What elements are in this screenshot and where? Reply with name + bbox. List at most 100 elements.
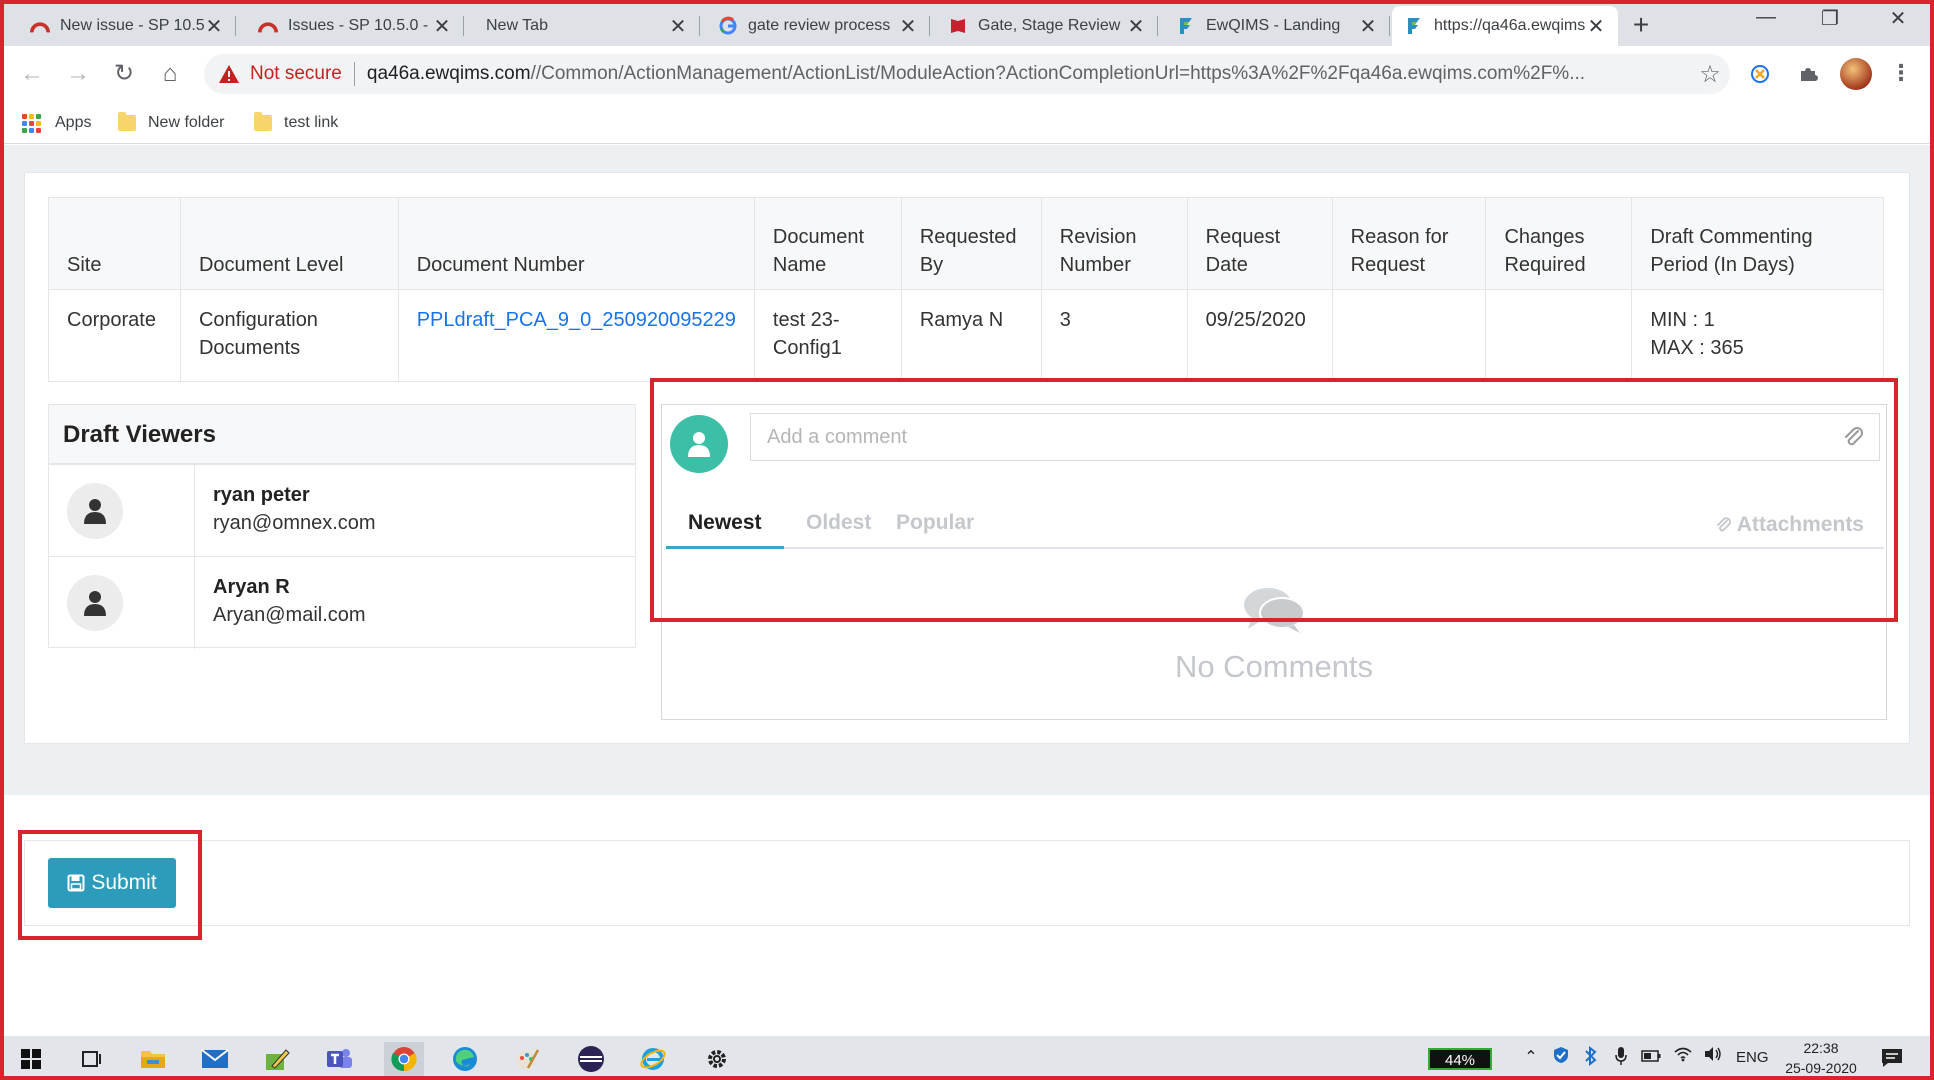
jira-icon bbox=[258, 16, 278, 36]
more-menu-icon[interactable]: ⋮ bbox=[1890, 56, 1912, 90]
clock-time: 22:38 bbox=[1803, 1040, 1839, 1056]
new-tab-button[interactable]: + bbox=[1626, 10, 1656, 40]
col-revision-number: Revision Number bbox=[1040, 197, 1188, 290]
col-commenting-period: Draft Commenting Period (In Days) bbox=[1631, 197, 1884, 290]
close-icon[interactable]: ✕ bbox=[1586, 14, 1606, 39]
comment-input[interactable] bbox=[750, 413, 1880, 461]
edge-icon[interactable] bbox=[448, 1042, 482, 1076]
close-icon[interactable]: ✕ bbox=[1126, 14, 1146, 39]
submit-button[interactable]: Submit bbox=[48, 858, 176, 908]
bookmark-star-icon[interactable]: ☆ bbox=[1690, 60, 1730, 89]
ewqims-icon bbox=[1404, 16, 1424, 36]
battery-meter[interactable]: 44% bbox=[1428, 1048, 1492, 1070]
wifi-icon[interactable] bbox=[1672, 1046, 1694, 1070]
bookmark-label: test link bbox=[284, 114, 339, 131]
bookmark-test-link[interactable]: test link bbox=[254, 110, 338, 136]
language-indicator[interactable]: ENG bbox=[1736, 1046, 1769, 1070]
volume-icon[interactable] bbox=[1702, 1046, 1724, 1070]
window-close-icon[interactable]: ✕ bbox=[1878, 6, 1918, 31]
viewer-name: ryan peter bbox=[213, 484, 310, 506]
system-clock[interactable]: 22:38 25-09-2020 bbox=[1776, 1038, 1866, 1078]
close-icon[interactable]: ✕ bbox=[1358, 14, 1378, 39]
task-view-icon[interactable] bbox=[74, 1042, 108, 1076]
cell-document-name: test 23-Config1 bbox=[753, 289, 902, 382]
document-details-table: Site Document Level Document Number Docu… bbox=[48, 197, 1884, 382]
browser-toolbar: ← → ↻ ⌂ Not secure qa46a.ewqims.com//Com… bbox=[0, 46, 1934, 102]
teams-icon[interactable] bbox=[322, 1042, 356, 1076]
address-bar[interactable]: Not secure qa46a.ewqims.com//Common/Acti… bbox=[204, 54, 1730, 94]
cell-request-date: 09/25/2020 bbox=[1186, 289, 1333, 382]
cell-site: Corporate bbox=[48, 289, 181, 382]
document-number-link[interactable]: PPLdraft_PCA_9_0_250920095229 bbox=[417, 309, 736, 331]
comment-sort-tabs: Newest Oldest Popular Attachments bbox=[666, 501, 1884, 549]
folder-icon bbox=[254, 112, 272, 131]
paperclip-icon bbox=[1716, 517, 1731, 532]
url-path: //Common/ActionManagement/ActionList/Mod… bbox=[530, 63, 1586, 84]
file-explorer-icon[interactable] bbox=[136, 1042, 170, 1076]
settings-gear-icon[interactable] bbox=[700, 1042, 734, 1076]
col-requested-by: Requested By bbox=[900, 197, 1042, 290]
bookmark-apps[interactable]: Apps bbox=[22, 110, 91, 136]
close-icon[interactable]: ✕ bbox=[898, 14, 918, 39]
notification-icon[interactable] bbox=[1880, 1046, 1904, 1070]
chrome-icon[interactable] bbox=[384, 1042, 424, 1076]
bluetooth-icon[interactable] bbox=[1580, 1045, 1602, 1070]
minimize-icon[interactable]: — bbox=[1746, 6, 1786, 29]
paint-icon[interactable] bbox=[510, 1042, 544, 1076]
tab-strip: New issue - SP 10.5 ✕ Issues - SP 10.5.0… bbox=[0, 0, 1934, 46]
puzzle-icon[interactable] bbox=[1794, 60, 1822, 88]
tab-popular[interactable]: Popular bbox=[874, 501, 996, 549]
viewer-email: ryan@omnex.com bbox=[213, 512, 376, 534]
submit-bar bbox=[24, 840, 1910, 926]
list-item: Aryan R Aryan@mail.com bbox=[49, 557, 635, 649]
save-icon bbox=[67, 874, 85, 892]
internet-explorer-icon[interactable] bbox=[636, 1042, 670, 1076]
folder-icon bbox=[118, 112, 136, 131]
period-min: MIN : 1 bbox=[1650, 309, 1715, 331]
cell-document-level: Configuration Documents bbox=[179, 289, 399, 382]
forward-icon[interactable]: → bbox=[62, 58, 94, 90]
tab-gate-stage[interactable]: Gate, Stage Review ✕ bbox=[936, 6, 1158, 46]
close-icon[interactable]: ✕ bbox=[204, 14, 224, 39]
home-icon[interactable]: ⌂ bbox=[154, 58, 186, 90]
back-icon[interactable]: ← bbox=[16, 58, 48, 90]
ewqims-icon bbox=[1176, 16, 1196, 36]
tab-newest[interactable]: Newest bbox=[666, 501, 784, 549]
tab-title: New Tab bbox=[486, 17, 548, 34]
warning-icon bbox=[219, 65, 239, 83]
paperclip-icon[interactable] bbox=[1842, 425, 1866, 449]
battery-icon[interactable] bbox=[1640, 1046, 1662, 1070]
user-icon bbox=[67, 482, 123, 539]
cell-changes-required bbox=[1485, 289, 1633, 382]
google-icon bbox=[718, 16, 738, 36]
eclipse-icon[interactable] bbox=[574, 1042, 608, 1076]
url-text[interactable]: qa46a.ewqims.com//Common/ActionManagemen… bbox=[367, 63, 1690, 85]
shield-icon[interactable] bbox=[1550, 1046, 1572, 1070]
tab-gate-review[interactable]: gate review process ✕ bbox=[706, 6, 930, 46]
attachments-link[interactable]: Attachments bbox=[1715, 501, 1864, 549]
extension-icon[interactable] bbox=[1746, 60, 1774, 88]
windows-start-icon[interactable] bbox=[14, 1042, 48, 1076]
sketch-app-icon[interactable] bbox=[260, 1042, 294, 1076]
security-label[interactable]: Not secure bbox=[250, 63, 342, 85]
tab-ewqims-landing[interactable]: EwQIMS - Landing ✕ bbox=[1164, 6, 1390, 46]
cell-reason bbox=[1331, 289, 1487, 382]
bookmark-label: Apps bbox=[55, 114, 92, 131]
microphone-icon[interactable] bbox=[1610, 1046, 1632, 1070]
profile-avatar[interactable] bbox=[1840, 58, 1872, 90]
col-document-name: Document Name bbox=[753, 197, 902, 290]
tab-active-page[interactable]: https://qa46a.ewqims ✕ bbox=[1392, 6, 1618, 46]
tab-new-issue[interactable]: New issue - SP 10.5 ✕ bbox=[18, 6, 236, 46]
pdf-icon bbox=[948, 16, 968, 36]
reload-icon[interactable]: ↻ bbox=[108, 58, 140, 90]
viewer-name: Aryan R bbox=[213, 576, 290, 598]
tab-issues[interactable]: Issues - SP 10.5.0 - ✕ bbox=[246, 6, 464, 46]
col-document-level: Document Level bbox=[179, 197, 399, 290]
mail-icon[interactable] bbox=[198, 1042, 232, 1076]
close-icon[interactable]: ✕ bbox=[668, 14, 688, 39]
bookmark-new-folder[interactable]: New folder bbox=[118, 110, 224, 136]
close-icon[interactable]: ✕ bbox=[432, 14, 452, 39]
tab-new-tab[interactable]: New Tab ✕ bbox=[474, 6, 700, 46]
restore-icon[interactable]: ❐ bbox=[1810, 6, 1850, 31]
chevron-up-icon[interactable]: ⌃ bbox=[1520, 1046, 1542, 1070]
